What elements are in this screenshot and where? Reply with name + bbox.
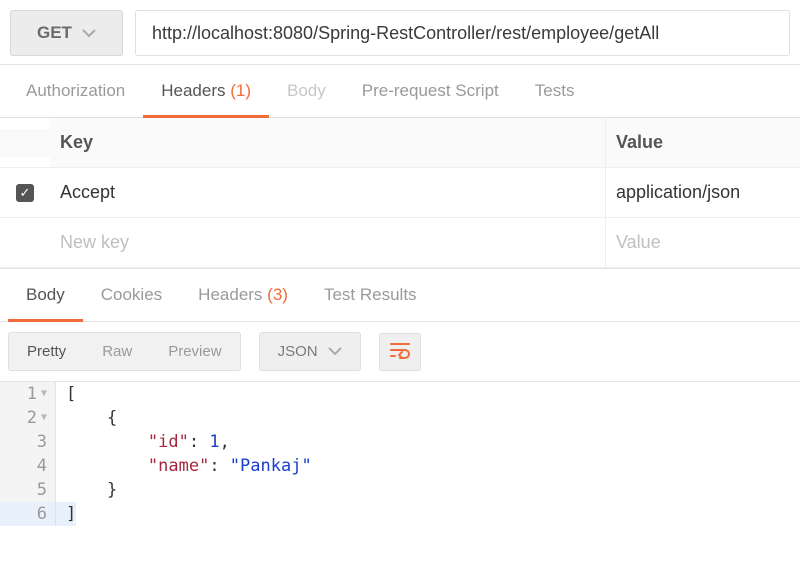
- code-content: {: [56, 406, 117, 430]
- tab-label: Authorization: [26, 81, 125, 100]
- resp-tab-body[interactable]: Body: [8, 269, 83, 321]
- tab-count: (3): [267, 285, 288, 304]
- toggle-wrap-button[interactable]: [379, 333, 421, 371]
- code-content: "id": 1,: [56, 430, 230, 454]
- code-line: 5 }: [0, 478, 800, 502]
- tab-label: Body: [26, 285, 65, 304]
- line-number: 2▼: [0, 406, 56, 430]
- chevron-down-icon: [82, 23, 96, 43]
- wrap-icon: [389, 341, 411, 363]
- tab-label: Pre-request Script: [362, 81, 499, 100]
- format-label: JSON: [278, 343, 318, 360]
- code-line: 4 "name": "Pankaj": [0, 454, 800, 478]
- response-tabs: Body Cookies Headers (3) Test Results: [0, 269, 800, 322]
- code-content: "name": "Pankaj": [56, 454, 312, 478]
- tab-tests[interactable]: Tests: [517, 65, 593, 117]
- request-url-text: http://localhost:8080/Spring-RestControl…: [152, 23, 659, 44]
- row-checkbox[interactable]: ✓: [16, 184, 34, 202]
- header-col-key: Key: [50, 118, 605, 167]
- headers-table: Key Value ✓ Acceptapplication/json New ke…: [0, 118, 800, 269]
- line-number: 1▼: [0, 382, 56, 406]
- code-content: ]: [56, 502, 76, 526]
- tab-label: Headers: [161, 81, 225, 100]
- request-url-input[interactable]: http://localhost:8080/Spring-RestControl…: [135, 10, 790, 56]
- tab-label: Tests: [535, 81, 575, 100]
- line-number: 3: [0, 430, 56, 454]
- code-content: [: [56, 382, 76, 406]
- fold-icon[interactable]: ▼: [41, 382, 47, 406]
- header-key-input[interactable]: Accept: [50, 168, 605, 217]
- table-row: ✓ Acceptapplication/json: [0, 168, 800, 218]
- tab-authorization[interactable]: Authorization: [8, 65, 143, 117]
- response-body: 1▼[2▼ {3 "id": 1,4 "name": "Pankaj"5 }6]: [0, 382, 800, 526]
- resp-tab-cookies[interactable]: Cookies: [83, 269, 180, 321]
- tab-label: Cookies: [101, 285, 162, 304]
- view-preview-button[interactable]: Preview: [150, 333, 239, 370]
- header-col-value: Value: [605, 118, 800, 167]
- code-line: 3 "id": 1,: [0, 430, 800, 454]
- resp-tab-headers[interactable]: Headers (3): [180, 269, 306, 321]
- code-line: 2▼ {: [0, 406, 800, 430]
- resp-tab-test-results[interactable]: Test Results: [306, 269, 435, 321]
- code-line: 6]: [0, 502, 800, 526]
- tab-label: Headers: [198, 285, 262, 304]
- tab-count: (1): [230, 81, 251, 100]
- tab-body[interactable]: Body: [269, 65, 344, 117]
- header-new-value-input[interactable]: Value: [605, 218, 800, 267]
- chevron-down-icon: [328, 343, 342, 360]
- header-new-key-input[interactable]: New key: [50, 218, 605, 267]
- request-tabs: Authorization Headers (1) Body Pre-request …: [0, 64, 800, 118]
- view-raw-button[interactable]: Raw: [84, 333, 150, 370]
- header-value-input[interactable]: application/json: [605, 168, 800, 217]
- tab-headers[interactable]: Headers (1): [143, 65, 269, 117]
- http-method-label: GET: [37, 23, 72, 43]
- view-mode-group: PrettyRawPreview: [8, 332, 241, 371]
- code-content: }: [56, 478, 117, 502]
- line-number: 6: [0, 502, 56, 526]
- http-method-select[interactable]: GET: [10, 10, 123, 56]
- response-toolbar: PrettyRawPreview JSON: [0, 322, 800, 382]
- tab-pre-request-script[interactable]: Pre-request Script: [344, 65, 517, 117]
- fold-icon[interactable]: ▼: [41, 406, 47, 430]
- format-select[interactable]: JSON: [259, 332, 361, 371]
- view-pretty-button[interactable]: Pretty: [9, 333, 84, 370]
- tab-label: Test Results: [324, 285, 417, 304]
- line-number: 5: [0, 478, 56, 502]
- tab-label: Body: [287, 81, 326, 100]
- code-line: 1▼[: [0, 382, 800, 406]
- line-number: 4: [0, 454, 56, 478]
